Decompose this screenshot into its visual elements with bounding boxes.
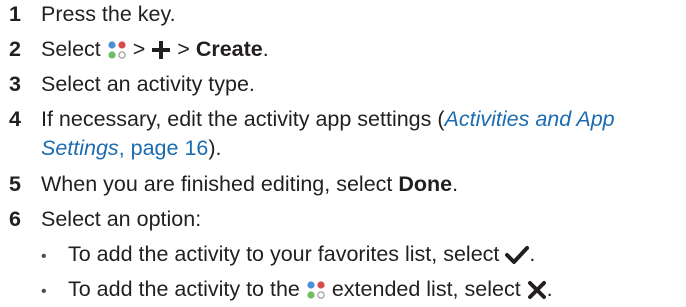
- apps-icon: [307, 281, 325, 300]
- step-text: If necessary, edit the activity app sett…: [41, 107, 615, 132]
- step-number: 5: [9, 172, 21, 196]
- page-reference-link[interactable]: page 16: [131, 136, 209, 160]
- step-end: ).: [208, 136, 222, 160]
- bullet-suffix: .: [546, 277, 553, 301]
- separator: >: [132, 37, 146, 61]
- step-4: 4 If necessary, edit the activity app se…: [0, 107, 615, 132]
- step-number: 1: [9, 2, 21, 26]
- link-text-part2[interactable]: Settings: [41, 136, 119, 160]
- step-text: Press the key.: [41, 2, 176, 26]
- step-suffix: .: [262, 37, 269, 61]
- step-number: 6: [9, 207, 21, 231]
- step-number: 3: [9, 72, 21, 96]
- apps-icon: [108, 41, 126, 60]
- bullet-item-favorites: • To add the activity to your favorites …: [0, 242, 535, 267]
- step-text-lead: When you are finished editing, select: [41, 172, 399, 196]
- step-text-prefix: Select: [41, 37, 101, 61]
- activities-settings-link-cont[interactable]: Settings, page 16: [41, 136, 208, 160]
- bullet-text-lead: To add the activity to the: [68, 277, 300, 301]
- step-text: Select an activity type.: [41, 72, 255, 96]
- bullet-marker: •: [41, 283, 47, 300]
- step-text: When you are finished editing, select Do…: [41, 172, 458, 197]
- document-page: 1 Press the key. 2 Select > > Create. 3 …: [0, 0, 686, 307]
- step-6: 6 Select an option:: [0, 207, 201, 232]
- bullet-suffix: .: [529, 242, 536, 266]
- link-comma[interactable]: ,: [119, 136, 131, 160]
- checkmark-icon: [505, 246, 530, 265]
- step-3: 3 Select an activity type.: [0, 72, 255, 97]
- step-text-continued: Settings, page 16).: [41, 136, 222, 161]
- step-text: Select an option:: [41, 207, 202, 231]
- step-5: 5 When you are finished editing, select …: [0, 172, 458, 197]
- plus-icon: [152, 41, 171, 60]
- bullet-marker: •: [41, 248, 47, 265]
- link-text-part1[interactable]: Activities and App: [445, 107, 615, 131]
- done-label: Done: [398, 172, 453, 196]
- step-number: 4: [9, 107, 21, 131]
- step-text-lead: If necessary, edit the activity app sett…: [41, 107, 445, 131]
- bullet-text-lead: To add the activity to your favorites li…: [68, 242, 500, 266]
- create-label: Create: [195, 37, 263, 61]
- bullet-item-extended: • To add the activity to the extended li…: [0, 277, 553, 302]
- separator: >: [177, 37, 190, 61]
- bullet-text: To add the activity to the extended list…: [68, 277, 553, 302]
- step-1: 1 Press the key.: [0, 2, 176, 27]
- step-4-continued: Settings, page 16).: [0, 136, 222, 161]
- step-text: Select > > Create.: [41, 37, 269, 62]
- activities-settings-link[interactable]: Activities and App: [445, 107, 615, 131]
- step-number: 2: [9, 37, 21, 61]
- step-2: 2 Select > > Create.: [0, 37, 269, 62]
- x-icon: [527, 281, 546, 300]
- step-suffix: .: [452, 172, 459, 196]
- bullet-text-tail: extended list, select: [331, 277, 521, 301]
- bullet-text: To add the activity to your favorites li…: [68, 242, 535, 267]
